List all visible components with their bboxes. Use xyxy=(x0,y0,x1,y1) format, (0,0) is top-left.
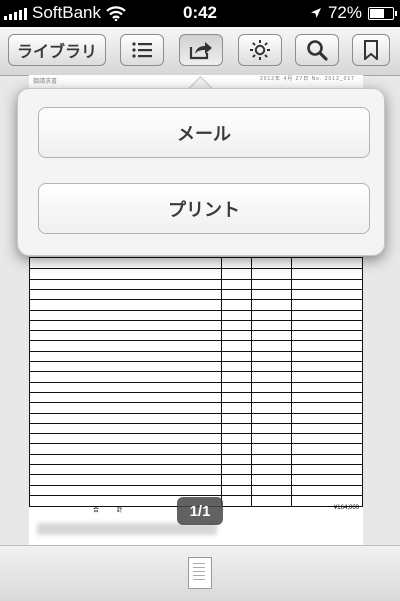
table-rule xyxy=(29,464,363,465)
search-icon xyxy=(307,40,328,61)
print-button[interactable]: プリント xyxy=(38,183,370,234)
table-rule xyxy=(29,309,363,311)
bookmark-button[interactable] xyxy=(352,34,390,66)
library-button[interactable]: ライブラリ xyxy=(8,34,106,66)
table-rule xyxy=(29,494,363,496)
table-rule xyxy=(29,299,363,301)
table-rule xyxy=(29,422,363,424)
table-rule xyxy=(29,350,363,352)
table-rule xyxy=(29,319,363,321)
toolbar: ライブラリ xyxy=(0,27,400,76)
total-amount: ¥164,000 xyxy=(333,505,359,511)
battery-icon xyxy=(368,6,397,20)
status-bar: SoftBank 0:42 72% xyxy=(0,0,400,27)
table-column-rule xyxy=(291,258,292,506)
table-rule xyxy=(29,381,363,383)
search-button[interactable] xyxy=(295,34,339,66)
share-popover: メール プリント xyxy=(17,88,385,256)
total-label: 合 計 xyxy=(93,508,131,514)
table-rule xyxy=(29,453,363,455)
table-rule xyxy=(29,371,363,373)
table-rule xyxy=(29,288,363,290)
page-thumbnail[interactable] xyxy=(188,557,212,589)
table-rule xyxy=(29,361,363,362)
document-title: 御請求書 xyxy=(33,79,58,85)
table-rule xyxy=(29,474,363,476)
location-arrow-icon xyxy=(310,8,321,18)
bookmark-icon xyxy=(364,40,378,60)
brightness-icon xyxy=(250,40,270,60)
document-date-number: 2012年 4月 27日 No. 2012_017 xyxy=(259,76,355,82)
invoice-table xyxy=(29,257,363,507)
brightness-button[interactable] xyxy=(238,34,282,66)
table-rule xyxy=(29,268,363,270)
table-column-rule xyxy=(29,258,30,506)
table-rule xyxy=(29,412,363,414)
page-thumbnail-strip xyxy=(0,545,400,601)
table-rule xyxy=(29,340,363,342)
battery-percent: 72% xyxy=(327,3,362,22)
contents-button[interactable] xyxy=(120,34,164,66)
mail-button[interactable]: メール xyxy=(38,107,370,158)
table-rule xyxy=(29,484,363,486)
table-column-rule xyxy=(251,258,252,506)
page-indicator: 1/1 xyxy=(177,497,223,525)
table-rule xyxy=(29,278,363,280)
battery-fill xyxy=(370,8,384,18)
share-button[interactable] xyxy=(179,34,223,66)
share-icon xyxy=(189,42,212,60)
list-icon xyxy=(132,42,152,58)
table-rule xyxy=(29,443,363,445)
table-rule xyxy=(29,391,363,393)
table-rule xyxy=(29,402,363,404)
table-rule xyxy=(29,330,363,332)
table-rule xyxy=(29,433,363,435)
table-column-rule xyxy=(221,258,222,506)
table-column-rule xyxy=(362,258,363,506)
